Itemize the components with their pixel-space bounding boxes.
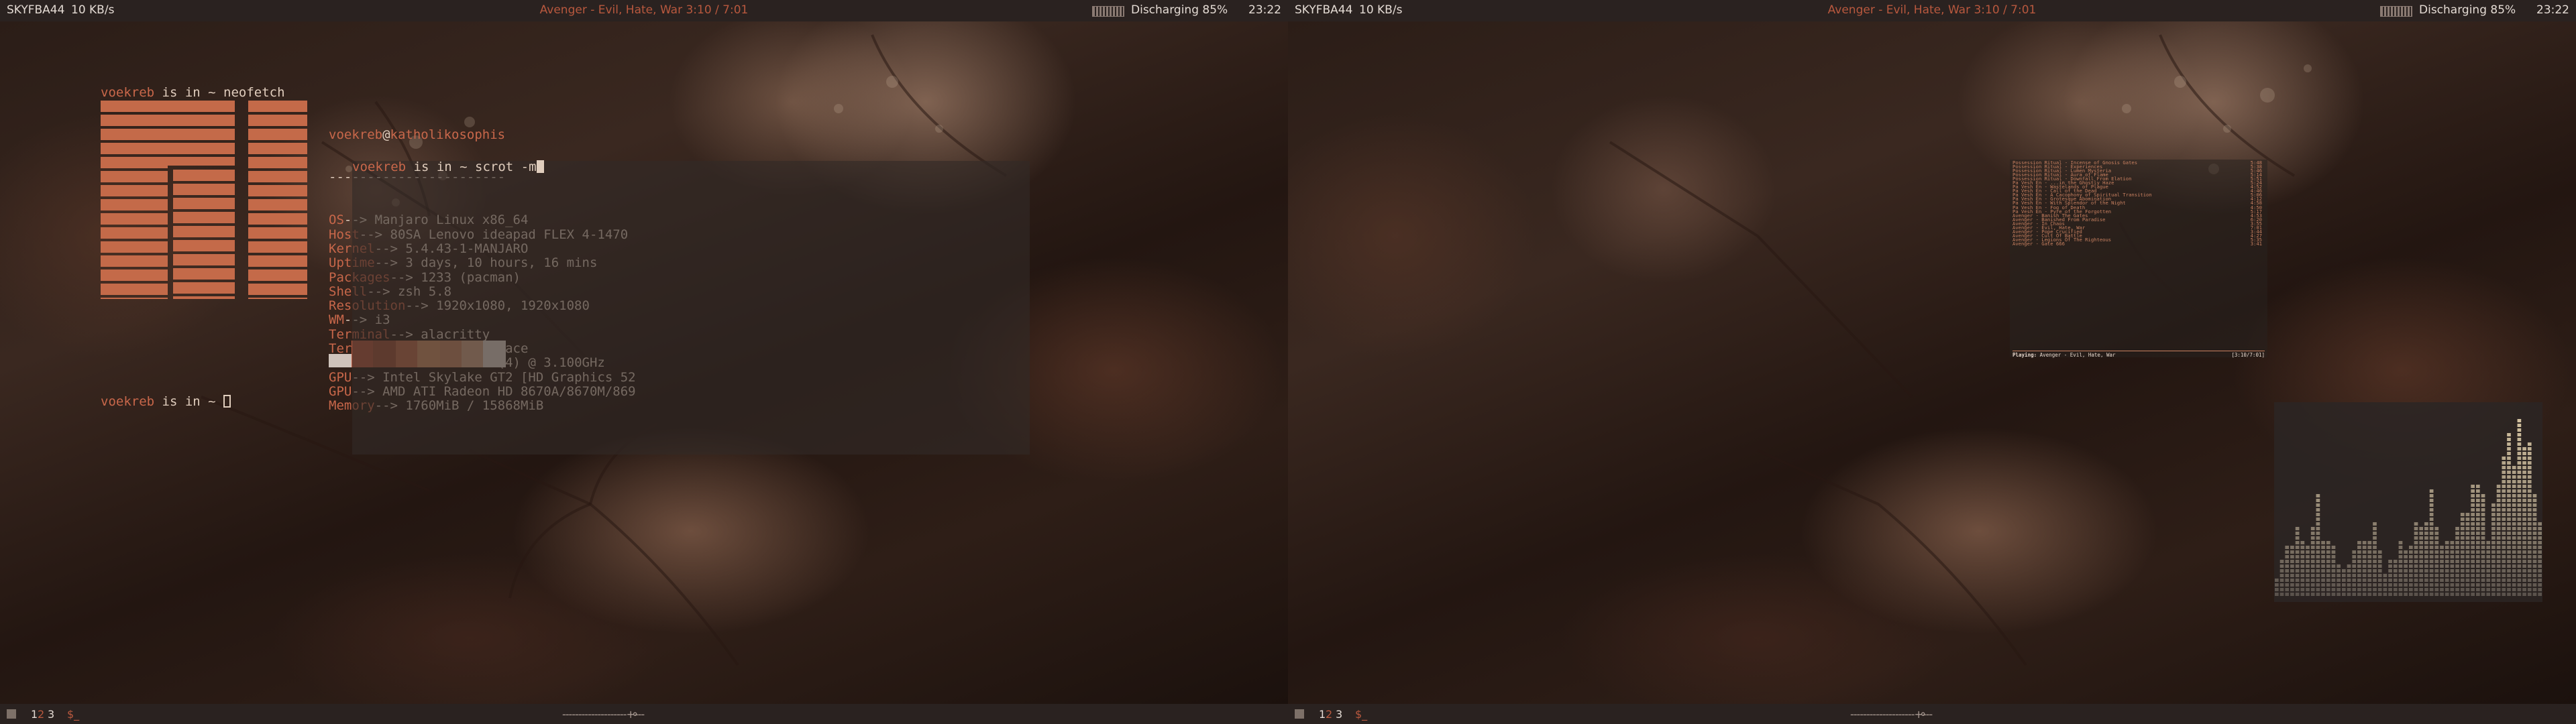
visualizer-bar xyxy=(2367,541,2372,596)
clock: 23:22 xyxy=(2536,3,2569,17)
right-monitor: SKYFBA44 10 KB/s Avenger - Evil, Hate, W… xyxy=(1288,0,2576,724)
visualizer-bar xyxy=(2404,550,2408,596)
visualizer-bar xyxy=(2326,541,2330,596)
neofetch-bottom-prompt[interactable]: voekreb is in ~ xyxy=(101,394,231,409)
visualizer-bar xyxy=(2512,466,2516,596)
battery-icon xyxy=(2380,6,2412,17)
visualizer-bar xyxy=(2481,494,2485,596)
visualizer-bar xyxy=(2486,541,2491,596)
clock: 23:22 xyxy=(1248,3,1281,17)
workspace-2[interactable]: 2 xyxy=(1326,708,1332,721)
volume-icon[interactable]: ⚬ xyxy=(1919,708,1927,721)
visualizer-bar xyxy=(2316,494,2320,596)
visualizer-bar xyxy=(2532,494,2537,596)
status-bar-top: SKYFBA44 10 KB/s Avenger - Evil, Hate, W… xyxy=(1288,0,2576,21)
workspace-3[interactable]: 3 xyxy=(1336,708,1342,721)
visualizer-bar xyxy=(2419,527,2424,596)
visualizer-bar xyxy=(2377,550,2382,596)
visualizer-bar xyxy=(2357,541,2361,596)
visualizer-bar xyxy=(2429,489,2434,596)
scrot-prompt[interactable]: voekreb is in ~ scrot -m xyxy=(352,160,544,174)
workspace-1[interactable]: 1 xyxy=(31,708,38,721)
visualizer-bar xyxy=(2538,522,2542,596)
visualizer-bar xyxy=(2306,546,2310,596)
battery-status: Discharging 85% xyxy=(1131,3,1228,17)
workspace-2[interactable]: 2 xyxy=(38,708,44,721)
visualizer-bar xyxy=(2337,564,2341,596)
workspace-3[interactable]: 3 xyxy=(48,708,54,721)
visualizer-bar xyxy=(2290,546,2294,596)
visualizer-bar xyxy=(2440,546,2444,596)
visualizer-bar xyxy=(2279,560,2284,596)
visualizer-bar xyxy=(2352,550,2357,596)
visualizer-bar xyxy=(2496,485,2501,596)
status-bar-bottom: 1 2 3 $_ --------------------+--- ⚬ xyxy=(0,704,1288,724)
volume-icon[interactable]: ⚬ xyxy=(631,708,639,721)
scrot-terminal-window[interactable] xyxy=(352,161,1030,455)
visualizer-bar xyxy=(2398,541,2403,596)
visualizer-bar xyxy=(2347,564,2351,596)
workspace-1[interactable]: 1 xyxy=(1319,708,1326,721)
visualizer-bar xyxy=(2362,541,2367,596)
cursor-icon xyxy=(536,160,544,173)
music-player-window[interactable]: Possession Ritual - Incense of Gnosis Ga… xyxy=(2010,160,2267,357)
visualizer-bar xyxy=(2342,569,2346,596)
menu-square-icon[interactable] xyxy=(7,709,16,719)
visualizer-bar xyxy=(2393,560,2398,596)
playlist-row[interactable]: Avenger - Gate 666 3:41 xyxy=(2012,241,2262,246)
visualizer-bar xyxy=(2471,485,2475,596)
visualizer-bar xyxy=(2522,447,2526,596)
visualizer-bar xyxy=(2465,513,2470,596)
visualizer-bar xyxy=(2434,527,2439,596)
visualizer-bar xyxy=(2409,546,2413,596)
visualizer-bar xyxy=(2310,527,2315,596)
visualizer-bar xyxy=(2455,527,2459,596)
battery-status: Discharging 85% xyxy=(2419,3,2516,17)
visualizer-bar xyxy=(2476,485,2480,596)
visualizer-bar xyxy=(2491,503,2496,596)
visualizer-bar xyxy=(2275,579,2279,596)
visualizer-bar xyxy=(2321,541,2325,596)
visualizer-bar xyxy=(2527,442,2532,596)
visualizer-bar xyxy=(2460,513,2465,596)
audio-visualizer xyxy=(2274,402,2542,602)
neofetch-prompt: voekreb is in ~ neofetch xyxy=(101,85,285,100)
battery-icon xyxy=(1092,6,1124,17)
visualizer-bar xyxy=(2295,527,2300,596)
palette-swatch xyxy=(329,354,352,367)
player-status: Playing: Avenger - Evil, Hate, War [3:10/… xyxy=(2012,352,2265,358)
cursor-icon xyxy=(223,395,231,408)
prompt-glyph: $_ xyxy=(1355,708,1368,721)
neofetch-header: voekreb@katholikosophis xyxy=(329,127,506,142)
visualizer-bar xyxy=(2285,546,2290,596)
visualizer-bar xyxy=(2383,574,2387,596)
prompt-glyph: $_ xyxy=(67,708,80,721)
visualizer-bar xyxy=(2502,457,2506,596)
visualizer-bar xyxy=(2517,419,2522,596)
manjaro-logo-icon xyxy=(101,101,307,299)
visualizer-bar xyxy=(2424,522,2428,596)
visualizer-bar xyxy=(2450,541,2455,596)
playlist[interactable]: Possession Ritual - Incense of Gnosis Ga… xyxy=(2012,160,2262,246)
visualizer-bar xyxy=(2300,541,2305,596)
visualizer-bar xyxy=(2414,522,2418,596)
visualizer-bar xyxy=(2445,541,2449,596)
status-bar-top: SKYFBA44 10 KB/s Avenger - Evil, Hate, W… xyxy=(0,0,1288,21)
visualizer-bar xyxy=(2331,546,2336,596)
menu-square-icon[interactable] xyxy=(1295,709,1304,719)
left-monitor: SKYFBA44 10 KB/s Avenger - Evil, Hate, W… xyxy=(0,0,1288,724)
status-bar-bottom: 1 2 3 $_ --------------------+--- ⚬ xyxy=(1288,704,2576,724)
visualizer-bar xyxy=(2373,522,2377,596)
visualizer-bar xyxy=(2507,433,2511,596)
visualizer-bar xyxy=(2388,560,2392,596)
